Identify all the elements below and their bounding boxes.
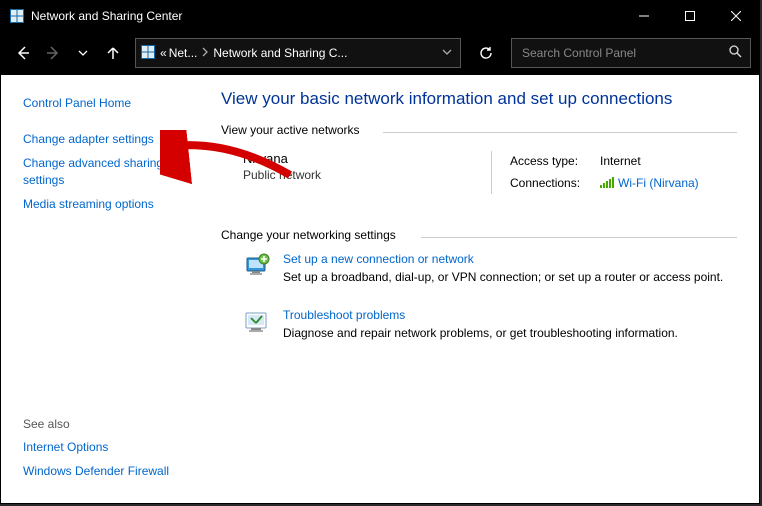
up-button[interactable] (99, 39, 127, 67)
network-identity: Nirvana Public network (221, 151, 491, 182)
breadcrumb-prefix[interactable]: « (160, 46, 167, 60)
navbar: « Net... Network and Sharing C... (1, 31, 759, 75)
breadcrumb-sep1[interactable] (199, 46, 211, 60)
connections-label: Connections: (510, 173, 600, 195)
setup-connection-title[interactable]: Set up a new connection or network (283, 252, 723, 266)
troubleshoot-title[interactable]: Troubleshoot problems (283, 308, 678, 322)
network-type: Public network (243, 168, 491, 182)
recent-dropdown[interactable] (69, 39, 97, 67)
troubleshoot-desc: Diagnose and repair network problems, or… (283, 326, 678, 340)
refresh-button[interactable] (471, 38, 501, 68)
sidebar: Control Panel Home Change adapter settin… (1, 75, 201, 503)
breadcrumb-dropdown-icon[interactable] (442, 46, 456, 60)
wifi-signal-icon (600, 178, 614, 188)
see-also-firewall[interactable]: Windows Defender Firewall (23, 459, 191, 483)
minimize-button[interactable] (621, 1, 667, 31)
connection-link[interactable]: Wi-Fi (Nirvana) (618, 176, 699, 190)
back-button[interactable] (9, 39, 37, 67)
breadcrumb-icon (140, 44, 158, 62)
setup-connection-icon (243, 252, 271, 280)
active-networks-heading: View your active networks (221, 123, 737, 141)
active-network-block: Nirvana Public network Access type: Inte… (221, 151, 737, 194)
page-heading: View your basic network information and … (221, 89, 737, 109)
troubleshoot-icon (243, 308, 271, 336)
search-input[interactable] (520, 45, 728, 61)
close-button[interactable] (713, 1, 759, 31)
app-icon (9, 8, 25, 24)
access-type-label: Access type: (510, 151, 600, 173)
sidebar-link-media-streaming[interactable]: Media streaming options (23, 192, 191, 216)
window-title: Network and Sharing Center (31, 9, 182, 23)
breadcrumb-seg2[interactable]: Network and Sharing C... (213, 46, 347, 60)
setup-connection-desc: Set up a broadband, dial-up, or VPN conn… (283, 270, 723, 284)
see-also-internet-options[interactable]: Internet Options (23, 435, 191, 459)
network-name: Nirvana (243, 151, 491, 166)
breadcrumb-seg1[interactable]: Net... (169, 46, 198, 60)
maximize-button[interactable] (667, 1, 713, 31)
setup-connection-item[interactable]: Set up a new connection or network Set u… (221, 246, 737, 302)
sidebar-link-advanced-sharing[interactable]: Change advanced sharing settings (23, 151, 191, 191)
sidebar-link-change-adapter[interactable]: Change adapter settings (23, 127, 191, 151)
sidebar-link-control-panel-home[interactable]: Control Panel Home (23, 91, 191, 115)
network-details: Access type: Internet Connections: Wi-Fi… (491, 151, 737, 194)
networking-settings-block: Change your networking settings (221, 228, 737, 358)
troubleshoot-item[interactable]: Troubleshoot problems Diagnose and repai… (221, 302, 737, 358)
access-type-value: Internet (600, 151, 641, 173)
see-also-block: See also Internet Options Windows Defend… (23, 413, 191, 493)
search-box[interactable] (511, 38, 751, 68)
main-panel: View your basic network information and … (201, 75, 759, 503)
titlebar: Network and Sharing Center (1, 1, 759, 31)
window: Network and Sharing Center (0, 0, 760, 504)
change-settings-heading: Change your networking settings (221, 228, 737, 246)
search-icon[interactable] (728, 44, 742, 61)
forward-button[interactable] (39, 39, 67, 67)
see-also-label: See also (23, 413, 191, 435)
content: Control Panel Home Change adapter settin… (1, 75, 759, 503)
breadcrumb[interactable]: « Net... Network and Sharing C... (135, 38, 461, 68)
